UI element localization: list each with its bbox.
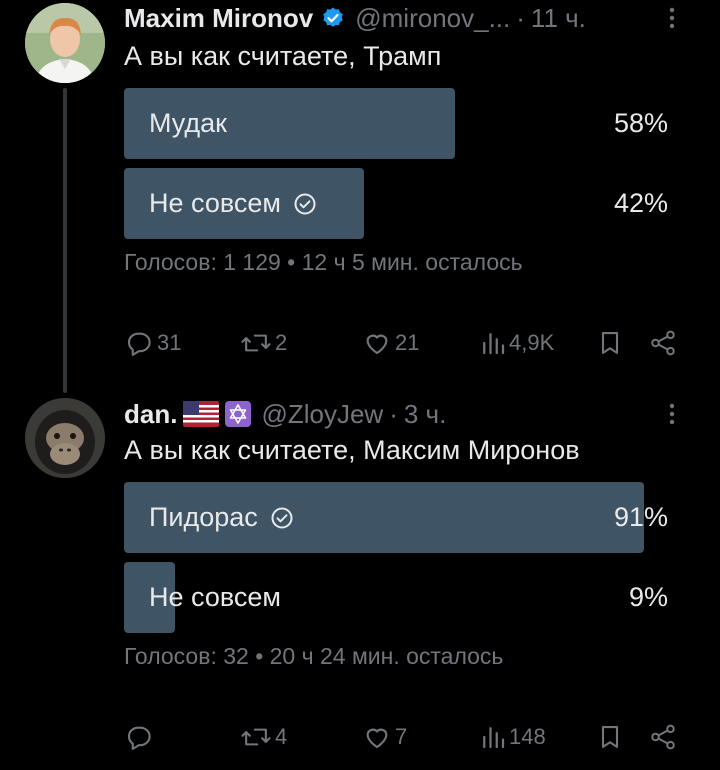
views-icon <box>483 333 505 355</box>
views-button[interactable]: 4,9K <box>480 323 554 363</box>
author-handle[interactable]: @mironov_... <box>355 3 510 34</box>
thread-line <box>63 88 67 393</box>
bookmark-button[interactable] <box>596 717 624 757</box>
repost-icon <box>241 728 271 746</box>
repost-button[interactable]: 4 <box>240 717 287 757</box>
share-button[interactable] <box>648 717 678 757</box>
action-bar: 31 2 21 4,9K <box>124 323 684 363</box>
reply-icon <box>127 332 151 356</box>
poll-option[interactable]: Не совсем 42% <box>124 168 668 239</box>
views-button[interactable]: 148 <box>480 717 546 757</box>
poll: Мудак 58% Не совсем 42% Голосов: 1 129 •… <box>124 88 668 276</box>
views-icon <box>483 727 505 749</box>
star-of-david-icon <box>225 401 252 427</box>
share-button[interactable] <box>648 323 678 363</box>
us-flag-icon <box>183 401 220 427</box>
tweet-text: А вы как считаете, Максим Миронов <box>124 435 580 465</box>
reply-icon <box>127 726 151 750</box>
avatar-image <box>25 3 105 83</box>
poll-option[interactable]: Пидорас 91% <box>124 482 668 553</box>
like-button[interactable]: 7 <box>362 717 407 757</box>
heart-icon <box>366 334 388 355</box>
author-name[interactable]: Maxim Mironov <box>124 3 313 34</box>
heart-icon <box>366 728 388 749</box>
verified-badge-icon <box>321 6 345 30</box>
separator: · <box>389 398 398 429</box>
tweet-header: Maxim Mironov @mironov_... · 11 ч. <box>124 0 690 36</box>
repost-button[interactable]: 2 <box>240 323 287 363</box>
author-handle[interactable]: @ZloyJew <box>261 399 383 430</box>
poll-meta: Голосов: 1 129 • 12 ч 5 мин. осталось <box>124 249 523 275</box>
reply-button[interactable]: 31 <box>124 323 181 363</box>
avatar-image <box>25 398 105 478</box>
reply-count: 31 <box>157 330 182 355</box>
views-count: 148 <box>509 724 546 749</box>
timestamp[interactable]: 3 ч. <box>404 399 446 430</box>
tweet-text: А вы как считаете, Трамп <box>124 41 442 71</box>
tweet-header: dan. @ZloyJew · 3 ч. <box>124 396 690 432</box>
bookmark-icon <box>601 726 619 748</box>
poll-option-percent: 91% <box>613 502 668 532</box>
bookmark-button[interactable] <box>596 323 624 363</box>
poll-option-percent: 58% <box>613 108 668 138</box>
poll-option-percent: 42% <box>613 188 668 218</box>
poll-option[interactable]: Не совсем 9% <box>124 562 668 633</box>
separator: · <box>516 2 525 33</box>
more-options-icon[interactable] <box>654 0 690 36</box>
views-count: 4,9K <box>509 330 555 355</box>
repost-icon <box>241 334 271 352</box>
repost-count: 4 <box>275 724 288 749</box>
avatar[interactable] <box>25 3 105 83</box>
check-circle-icon <box>271 507 293 528</box>
poll-option-label: Мудак <box>149 108 227 138</box>
share-icon <box>651 724 675 750</box>
timestamp[interactable]: 11 ч. <box>531 3 586 34</box>
more-options-icon[interactable] <box>654 396 690 432</box>
poll: Пидорас 91% Не совсем 9% Голосов: 32 • 2… <box>124 482 668 670</box>
share-icon <box>651 330 675 356</box>
check-circle-icon <box>294 193 316 214</box>
like-count: 7 <box>395 724 408 749</box>
poll-option-label: Не совсем <box>149 168 317 239</box>
poll-meta: Голосов: 32 • 20 ч 24 мин. осталось <box>124 643 504 669</box>
tweet-1[interactable]: Maxim Mironov @mironov_... · 11 ч. А вы … <box>0 0 720 393</box>
reply-button[interactable] <box>124 717 157 757</box>
action-bar: 4 7 148 <box>124 717 684 757</box>
tweet-2[interactable]: dan. @ZloyJew · 3 ч. А вы как считаете, … <box>0 390 720 770</box>
like-count: 21 <box>395 330 420 355</box>
poll-option-label: Пидорас <box>149 482 294 553</box>
poll-option-percent: 9% <box>628 582 668 612</box>
bookmark-icon <box>601 332 619 354</box>
author-name[interactable]: dan. <box>124 399 177 430</box>
like-button[interactable]: 21 <box>362 323 419 363</box>
poll-option[interactable]: Мудак 58% <box>124 88 668 159</box>
avatar[interactable] <box>25 398 105 478</box>
poll-option-label: Не совсем <box>149 582 281 612</box>
repost-count: 2 <box>275 330 288 355</box>
